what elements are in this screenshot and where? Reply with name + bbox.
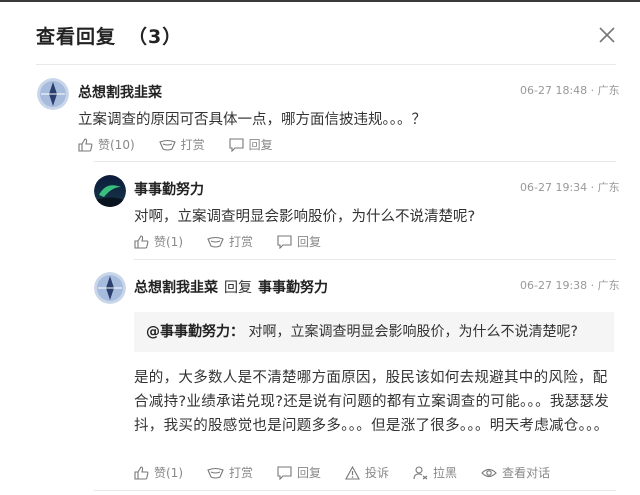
dialog-title: 查看回复 （3） (36, 22, 182, 49)
block-user-icon (413, 465, 428, 479)
reply-label: 回复 (248, 138, 273, 152)
tip-icon (207, 467, 224, 479)
reply-button[interactable]: 回复 (277, 464, 321, 481)
like-button[interactable]: 赞(10) (78, 136, 135, 153)
like-button[interactable]: 赞(1) (134, 233, 183, 250)
comment-text: 立案调查的原因可否具体一点，哪方面信披违规。。。？ (78, 112, 426, 128)
block-label: 拉黑 (433, 466, 458, 480)
eye-icon (481, 468, 497, 477)
reply-label: 回复 (297, 466, 322, 480)
tip-button[interactable]: 打赏 (207, 233, 253, 250)
comment-user[interactable]: 总想割我韭菜 (134, 280, 218, 296)
comment-divider (94, 490, 616, 491)
comment-user[interactable]: 事事勤努力 (134, 179, 204, 199)
comment-text: 是的，大多数人是不清楚哪方面原因，股民该如何去规避其中的风险，配合减持?业绩承诺… (134, 370, 610, 434)
reply-target-user[interactable]: 事事勤努力 (258, 280, 328, 296)
block-button[interactable]: 拉黑 (413, 464, 457, 481)
comment-user[interactable]: 总想割我韭菜 (78, 82, 162, 102)
comment-actions: 赞(1) 打赏 回复 投诉 拉黑 查看对话 (134, 464, 574, 481)
avatar[interactable] (94, 175, 126, 207)
thumbs-up-icon (134, 234, 149, 249)
warning-icon (345, 465, 360, 480)
reply-icon (277, 465, 292, 480)
reply-label: 回复 (297, 235, 322, 249)
report-button[interactable]: 投诉 (345, 464, 389, 481)
comment-divider (94, 161, 616, 162)
like-count: 赞(10) (98, 138, 135, 152)
reply-word: 回复 (224, 280, 252, 296)
top-border (0, 0, 640, 2)
quoted-comment: @事事勤努力： 对啊，立案调查明显会影响股价，为什么不说清楚呢? (134, 312, 614, 352)
dialog-title-text: 查看回复 (36, 26, 117, 48)
header-divider (36, 64, 616, 65)
comment-text: 对啊，立案调查明显会影响股价，为什么不说清楚呢? (134, 209, 476, 225)
view-thread-button[interactable]: 查看对话 (481, 464, 550, 481)
tip-icon (207, 236, 224, 248)
tip-label: 打赏 (180, 138, 205, 152)
reply-button[interactable]: 回复 (229, 136, 273, 153)
like-count: 赞(1) (154, 235, 183, 249)
tip-label: 打赏 (229, 466, 254, 480)
tip-button[interactable]: 打赏 (207, 464, 253, 481)
like-button[interactable]: 赞(1) (134, 464, 183, 481)
comment-time: 06-27 19:34 · 广东 (520, 181, 620, 194)
reply-count: （3） (128, 26, 183, 48)
quoted-user[interactable]: @事事勤努力： (146, 324, 244, 340)
comment-time: 06-27 19:38 · 广东 (520, 279, 620, 292)
reply-icon (277, 234, 292, 249)
avatar[interactable] (94, 272, 126, 304)
comment-time: 06-27 18:48 · 广东 (520, 84, 620, 97)
view-thread-label: 查看对话 (502, 466, 551, 480)
comment-actions: 赞(10) 打赏 回复 (78, 136, 297, 153)
tip-label: 打赏 (229, 235, 254, 249)
reply-icon (229, 137, 244, 152)
close-icon[interactable] (596, 24, 618, 46)
like-count: 赞(1) (154, 466, 183, 480)
comment-divider (134, 259, 616, 260)
avatar[interactable] (37, 78, 69, 110)
reply-button[interactable]: 回复 (277, 233, 321, 250)
comment-actions: 赞(1) 打赏 回复 (134, 233, 345, 250)
tip-icon (158, 139, 176, 151)
thumbs-up-icon (134, 465, 149, 480)
quoted-text: 对啊，立案调查明显会影响股价，为什么不说清楚呢? (248, 324, 578, 340)
thumbs-up-icon (78, 137, 93, 152)
comment-user-line: 总想割我韭菜 回复 事事勤努力 (134, 277, 328, 297)
report-label: 投诉 (365, 466, 390, 480)
tip-button[interactable]: 打赏 (158, 136, 205, 153)
